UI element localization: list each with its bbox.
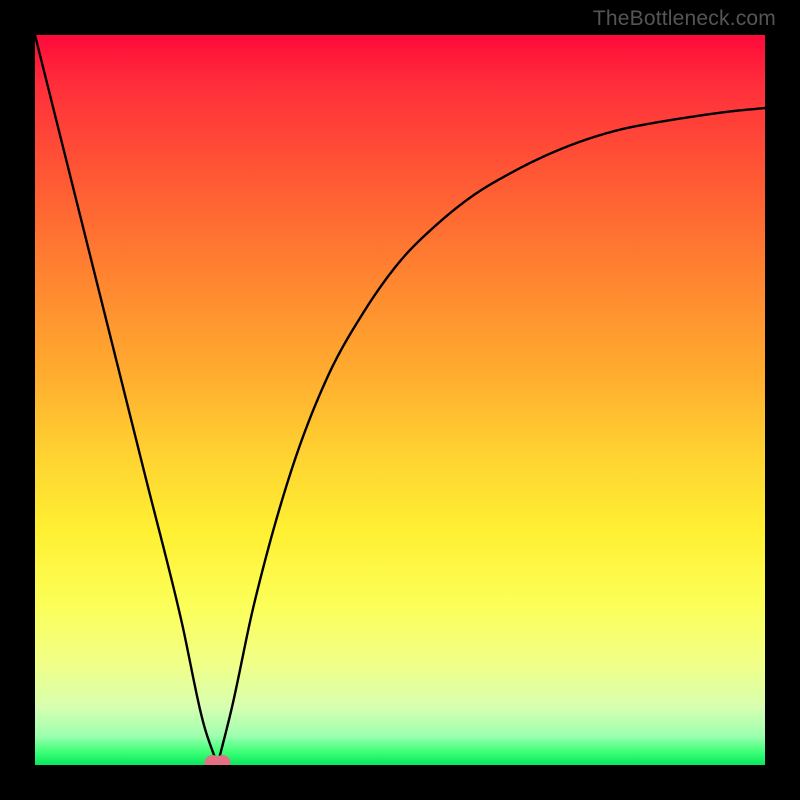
bottleneck-curve [35,35,765,765]
chart-frame: TheBottleneck.com [0,0,800,800]
curve-layer [35,35,765,765]
plot-area [35,35,765,765]
attribution-label: TheBottleneck.com [593,7,776,31]
